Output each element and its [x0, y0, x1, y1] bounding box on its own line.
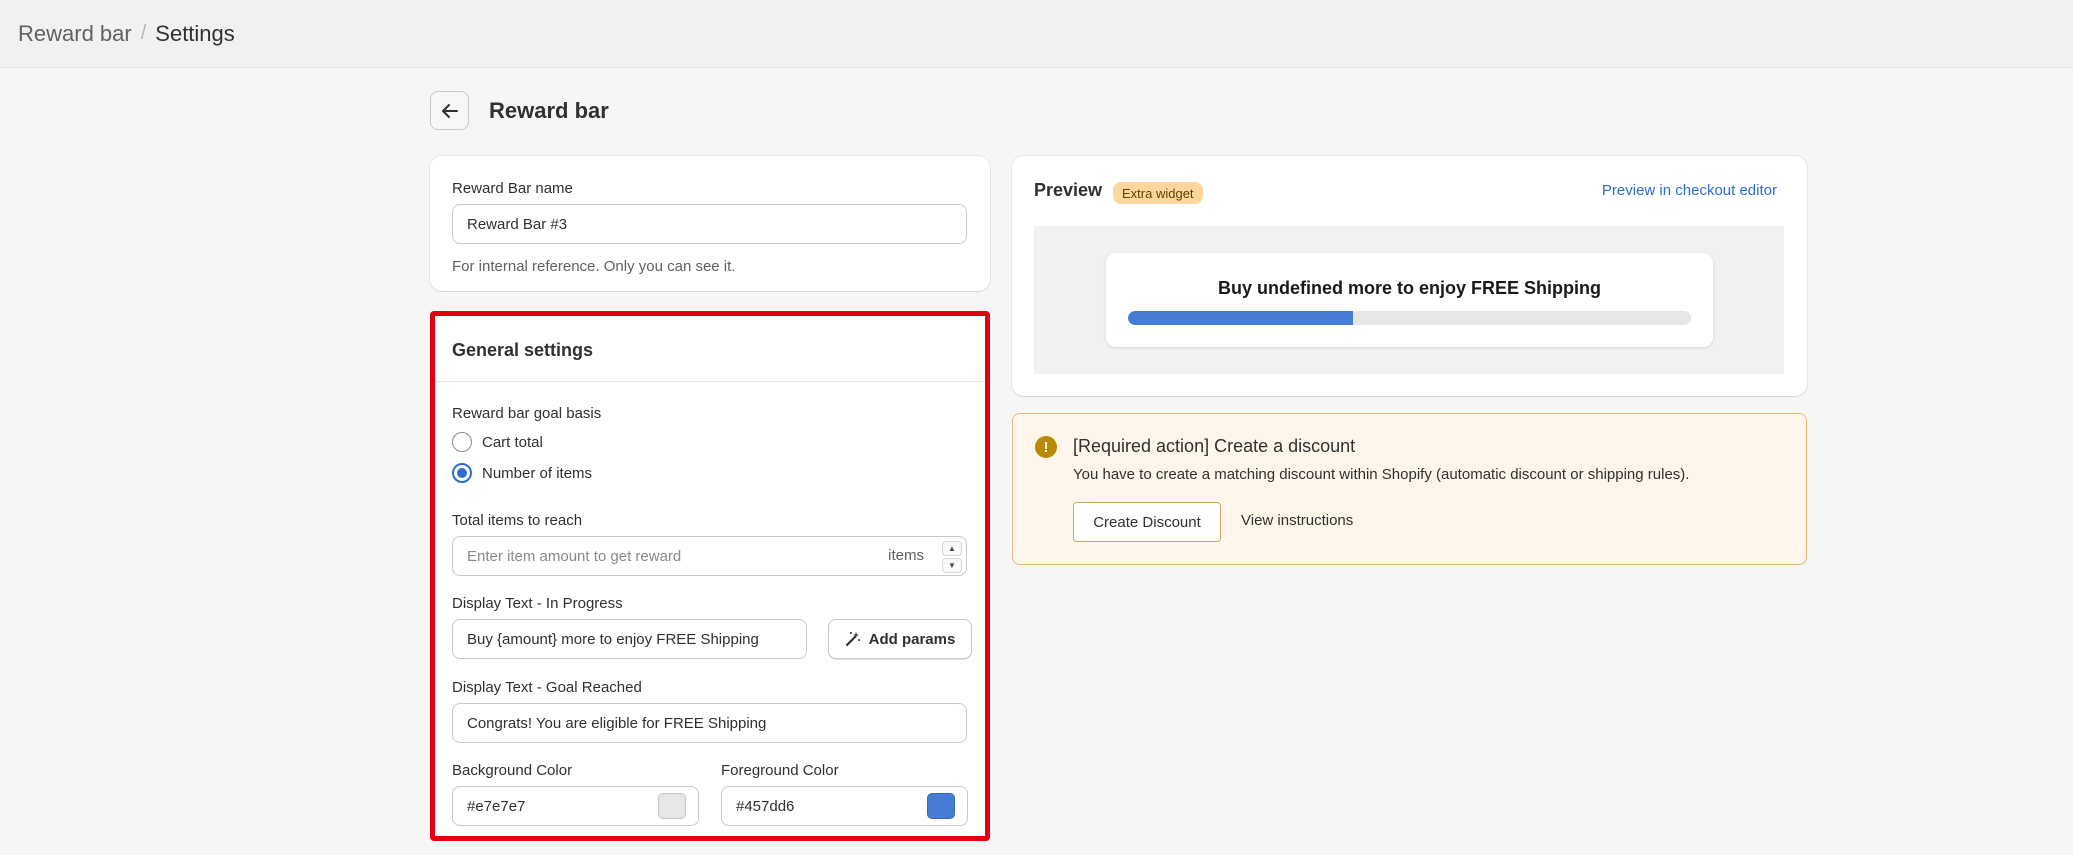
- divider: [435, 381, 985, 382]
- chevron-up-icon[interactable]: ▲: [942, 541, 962, 556]
- name-help-text: For internal reference. Only you can see…: [452, 258, 736, 275]
- page-title: Reward bar: [489, 97, 609, 123]
- preview-title: Preview: [1034, 180, 1103, 200]
- reward-bar-text: Buy undefined more to enjoy FREE Shippin…: [1217, 278, 1601, 298]
- create-discount-button[interactable]: Create Discount: [1073, 502, 1221, 542]
- bg-color-value: #e7e7e7: [467, 797, 526, 815]
- goal-reached-value: Congrats! You are eligible for FREE Ship…: [467, 714, 767, 732]
- required-action-banner: ! [Required action] Create a discount Yo…: [1012, 413, 1807, 565]
- add-params-button[interactable]: Add params: [828, 619, 972, 659]
- preview-area: Buy undefined more to enjoy FREE Shippin…: [1034, 226, 1784, 374]
- in-progress-input[interactable]: Buy {amount} more to enjoy FREE Shipping: [452, 619, 807, 659]
- preview-checkout-link[interactable]: Preview in checkout editor: [1602, 182, 1777, 199]
- breadcrumb-current: Settings: [155, 20, 235, 46]
- bg-color-swatch[interactable]: [658, 793, 686, 819]
- quantity-stepper[interactable]: ▲ ▼: [942, 541, 962, 573]
- radio-cart-total[interactable]: Cart total: [452, 432, 543, 452]
- extra-widget-badge: Extra widget: [1113, 182, 1203, 204]
- top-bar: Reward bar / Settings: [0, 0, 2073, 68]
- in-progress-value: Buy {amount} more to enjoy FREE Shipping: [467, 630, 759, 648]
- total-items-input[interactable]: Enter item amount to get reward items ▲ …: [452, 536, 967, 576]
- breadcrumb-separator: /: [140, 22, 147, 44]
- chevron-down-icon[interactable]: ▼: [942, 558, 962, 573]
- radio-label: Number of items: [482, 464, 593, 482]
- name-input-value: Reward Bar #3: [467, 215, 568, 233]
- name-label: Reward Bar name: [452, 180, 573, 197]
- radio-button[interactable]: [452, 432, 472, 452]
- bg-color-label: Background Color: [452, 762, 573, 779]
- radio-number-of-items[interactable]: Number of items: [452, 463, 592, 483]
- arrow-left-icon: [441, 103, 458, 118]
- goal-reached-label: Display Text - Goal Reached: [452, 679, 642, 696]
- fg-color-value: #457dd6: [736, 797, 795, 815]
- total-items-label: Total items to reach: [452, 512, 583, 529]
- general-settings-title: General settings: [452, 340, 594, 360]
- fg-color-input[interactable]: #457dd6: [721, 786, 968, 826]
- bg-color-input[interactable]: #e7e7e7: [452, 786, 699, 826]
- reward-bar-widget: Buy undefined more to enjoy FREE Shippin…: [1106, 253, 1713, 347]
- add-params-label: Add params: [868, 630, 956, 648]
- back-button[interactable]: [430, 91, 469, 130]
- in-progress-label: Display Text - In Progress: [452, 595, 623, 612]
- fg-color-label: Foreground Color: [721, 762, 839, 779]
- progress-bar-fill: [1128, 311, 1354, 325]
- alert-circle-icon: !: [1035, 436, 1057, 458]
- magic-wand-icon: [845, 632, 860, 647]
- goal-reached-input[interactable]: Congrats! You are eligible for FREE Ship…: [452, 703, 967, 743]
- radio-label: Cart total: [482, 433, 543, 451]
- alert-body: You have to create a matching discount w…: [1073, 466, 1690, 483]
- progress-bar-track: [1128, 311, 1691, 325]
- total-items-suffix: items: [888, 547, 924, 564]
- goal-basis-label: Reward bar goal basis: [452, 405, 602, 422]
- view-instructions-link[interactable]: View instructions: [1241, 512, 1353, 529]
- breadcrumb-parent[interactable]: Reward bar: [18, 21, 132, 47]
- total-items-placeholder: Enter item amount to get reward: [467, 547, 682, 565]
- alert-title: [Required action] Create a discount: [1073, 436, 1356, 456]
- fg-color-swatch[interactable]: [927, 793, 955, 819]
- preview-card: Preview Extra widget Preview in checkout…: [1012, 156, 1807, 396]
- page-header: Reward bar: [430, 91, 609, 130]
- name-input[interactable]: Reward Bar #3: [452, 204, 967, 244]
- radio-button-selected[interactable]: [452, 463, 472, 483]
- name-card: Reward Bar name Reward Bar #3 For intern…: [430, 156, 990, 291]
- general-settings-card: General settings Reward bar goal basis C…: [430, 311, 990, 841]
